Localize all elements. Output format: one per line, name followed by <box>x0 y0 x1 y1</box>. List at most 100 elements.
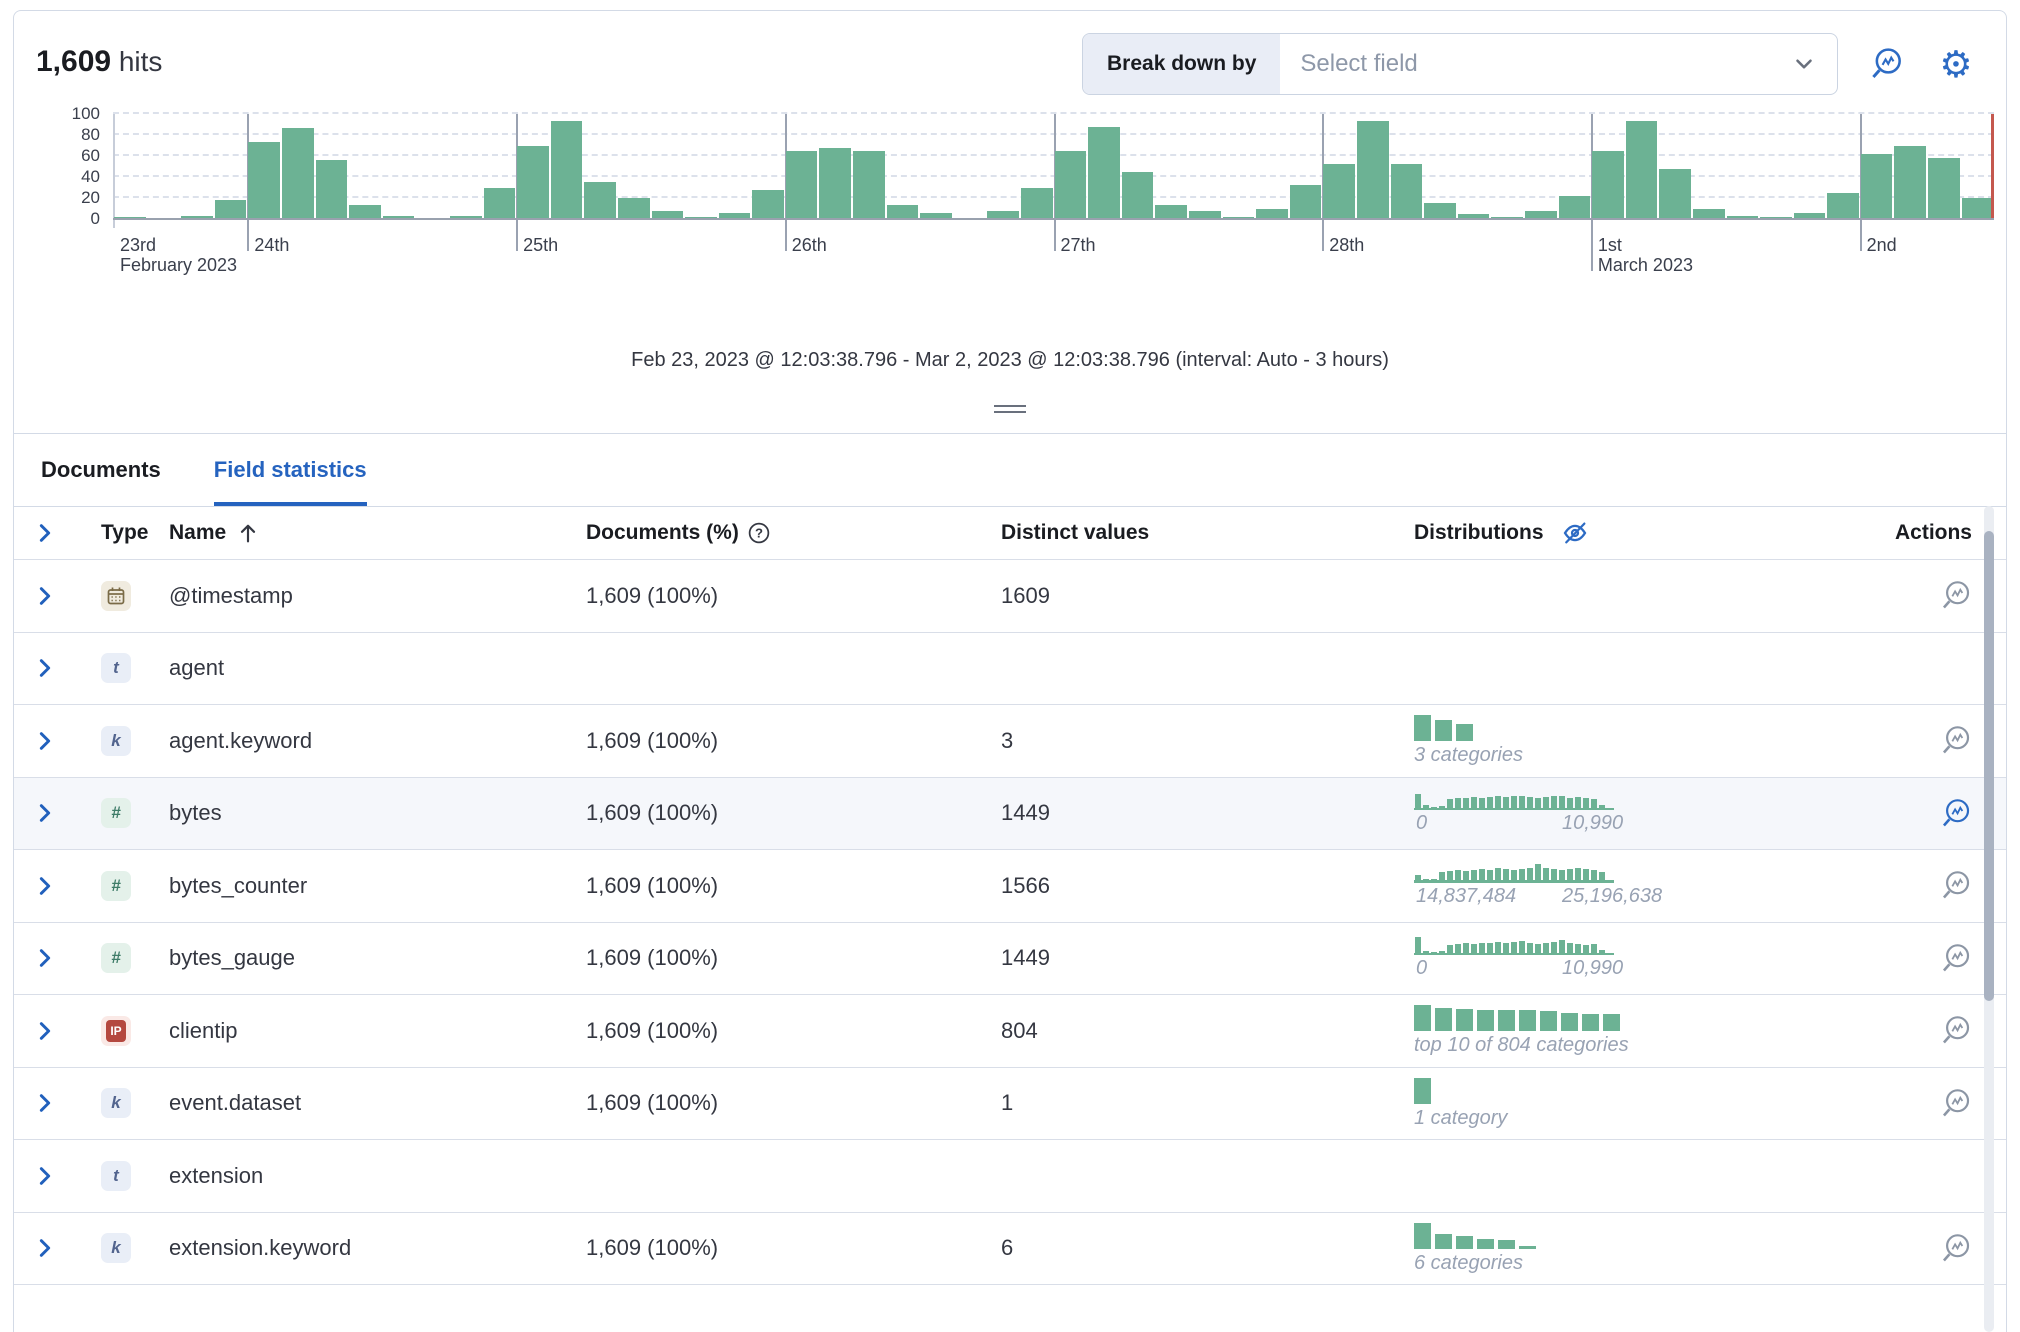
expand-row-button[interactable] <box>34 730 56 752</box>
distribution-cell: 0 10,990 <box>1414 791 1884 837</box>
explore-in-lens-button[interactable] <box>1939 579 1972 612</box>
visualize-chart-icon <box>1868 46 1904 82</box>
histogram-bar[interactable] <box>1894 146 1926 220</box>
histogram-min-label: 0 <box>1416 957 1427 980</box>
histogram-bar[interactable] <box>1055 151 1087 219</box>
scrollbar-thumb[interactable] <box>1984 531 1994 1001</box>
histogram-bar[interactable] <box>1827 193 1859 219</box>
x-tick-label: 2nd <box>1867 235 1897 256</box>
histogram-bar[interactable] <box>1088 127 1120 219</box>
histogram-bars <box>113 114 1994 219</box>
histogram-max-label: 10,990 <box>1562 812 1623 835</box>
table-row-event.dataset: k event.dataset 1,609 (100%) 1 1 categor… <box>14 1068 2006 1141</box>
panel-resize-handle[interactable] <box>994 401 1026 417</box>
histogram-bar[interactable] <box>819 148 851 219</box>
y-tick-label: 0 <box>14 209 100 229</box>
histogram-bar[interactable] <box>584 182 616 219</box>
histogram-bar[interactable] <box>1659 169 1691 219</box>
tab-documents[interactable]: Documents <box>41 434 161 506</box>
hide-distributions-icon[interactable] <box>1560 518 1590 548</box>
breakdown-select[interactable]: Select field <box>1280 34 1837 94</box>
explore-in-lens-button[interactable] <box>1939 942 1972 975</box>
histogram-bar[interactable] <box>1592 151 1624 219</box>
column-header-type[interactable]: Type <box>101 521 169 545</box>
histogram-bar[interactable] <box>282 128 314 219</box>
expand-all-button[interactable] <box>34 522 56 544</box>
histogram-bar[interactable] <box>1357 121 1389 219</box>
edit-visualization-button[interactable] <box>1864 42 1908 86</box>
histogram-bar[interactable] <box>316 160 348 219</box>
histogram-bar[interactable] <box>786 151 818 219</box>
histogram-bar[interactable] <box>1861 154 1893 219</box>
explore-in-lens-button[interactable] <box>1939 1014 1972 1047</box>
histogram-bar[interactable] <box>1962 198 1994 219</box>
chart-options-button[interactable]: ⚙ <box>1934 42 1978 86</box>
table-scrollbar[interactable] <box>1984 506 1994 1332</box>
documents-percent: 1,609 (100%) <box>586 800 718 826</box>
expand-row-button[interactable] <box>34 802 56 824</box>
mini-histogram <box>1414 936 1606 953</box>
hits-unit: hits <box>119 46 163 77</box>
column-header-name[interactable]: Name <box>169 521 586 545</box>
histogram-bar[interactable] <box>1021 188 1053 220</box>
histogram-bar[interactable] <box>1122 172 1154 219</box>
histogram-bar[interactable] <box>248 142 280 219</box>
histogram-bar[interactable] <box>349 205 381 219</box>
svg-text:?: ? <box>755 526 763 541</box>
expand-row-button[interactable] <box>34 657 56 679</box>
expand-row-button[interactable] <box>34 1092 56 1114</box>
sort-ascending-icon <box>236 521 260 545</box>
table-row-extension.keyword: k extension.keyword 1,609 (100%) 6 6 cat… <box>14 1213 2006 1286</box>
histogram-bar[interactable] <box>1391 164 1423 219</box>
text-field-icon: t <box>101 653 131 683</box>
explore-in-lens-button[interactable] <box>1939 1232 1972 1265</box>
distinct-values: 1 <box>1001 1090 1414 1116</box>
y-tick-label: 20 <box>14 188 100 208</box>
histogram-bar[interactable] <box>1290 185 1322 219</box>
documents-percent: 1,609 (100%) <box>586 583 718 609</box>
expand-row-button[interactable] <box>34 875 56 897</box>
histogram-bar[interactable] <box>215 200 247 219</box>
histogram-bar[interactable] <box>618 198 650 219</box>
explore-in-lens-button[interactable] <box>1939 724 1972 757</box>
histogram-bar[interactable] <box>517 146 549 220</box>
histogram-bar[interactable] <box>1155 205 1187 219</box>
table-row-bytes_counter: # bytes_counter 1,609 (100%) 1566 14,837… <box>14 850 2006 923</box>
table-row-bytes_gauge: # bytes_gauge 1,609 (100%) 1449 010,990 <box>14 923 2006 996</box>
column-header-distinct-values[interactable]: Distinct values <box>1001 521 1414 545</box>
histogram-max-label: 25,196,638 <box>1562 885 1662 908</box>
explore-in-lens-button[interactable] <box>1939 1087 1972 1120</box>
histogram-bar[interactable] <box>752 190 784 219</box>
histogram-bar[interactable] <box>1559 196 1591 219</box>
expand-row-button[interactable] <box>34 947 56 969</box>
x-tick-label: 23rd <box>120 235 156 256</box>
histogram-bar[interactable] <box>887 205 919 219</box>
histogram-bar[interactable] <box>484 188 516 220</box>
histogram-bar[interactable] <box>551 121 583 219</box>
expand-row-button[interactable] <box>34 1020 56 1042</box>
explore-in-lens-button[interactable] <box>1939 869 1972 902</box>
column-header-documents[interactable]: Documents (%) ? <box>586 521 1001 545</box>
expand-row-button[interactable] <box>34 1165 56 1187</box>
tab-field-statistics[interactable]: Field statistics <box>214 434 367 506</box>
number-field-icon: # <box>101 871 131 901</box>
histogram-bar[interactable] <box>1323 164 1355 219</box>
help-icon[interactable]: ? <box>747 521 771 545</box>
histogram-min-label: 0 <box>1416 812 1427 835</box>
distinct-values: 1449 <box>1001 800 1414 826</box>
histogram-bar[interactable] <box>1626 121 1658 219</box>
discover-panel: 1,609 hits Break down by Select field <box>13 10 2007 1332</box>
explore-in-lens-button[interactable] <box>1939 797 1972 830</box>
histogram-bar[interactable] <box>853 151 885 219</box>
expand-row-button[interactable] <box>34 585 56 607</box>
histogram-plot: 23rdFebruary 202324th25th26th27th28th1st… <box>113 114 1994 219</box>
table-header-row: Type Name Documents (%) ? Distinct value… <box>14 507 2006 560</box>
field-name: clientip <box>169 1018 237 1044</box>
table-row-@timestamp: @timestamp 1,609 (100%) 1609 <box>14 560 2006 633</box>
histogram-bar[interactable] <box>1928 158 1960 219</box>
expand-row-button[interactable] <box>34 1237 56 1259</box>
field-statistics-table: Type Name Documents (%) ? Distinct value… <box>14 506 2006 1332</box>
histogram-bar[interactable] <box>1424 203 1456 219</box>
distribution-label: 6 categories <box>1414 1252 1884 1275</box>
category-bars <box>1414 1004 1884 1031</box>
